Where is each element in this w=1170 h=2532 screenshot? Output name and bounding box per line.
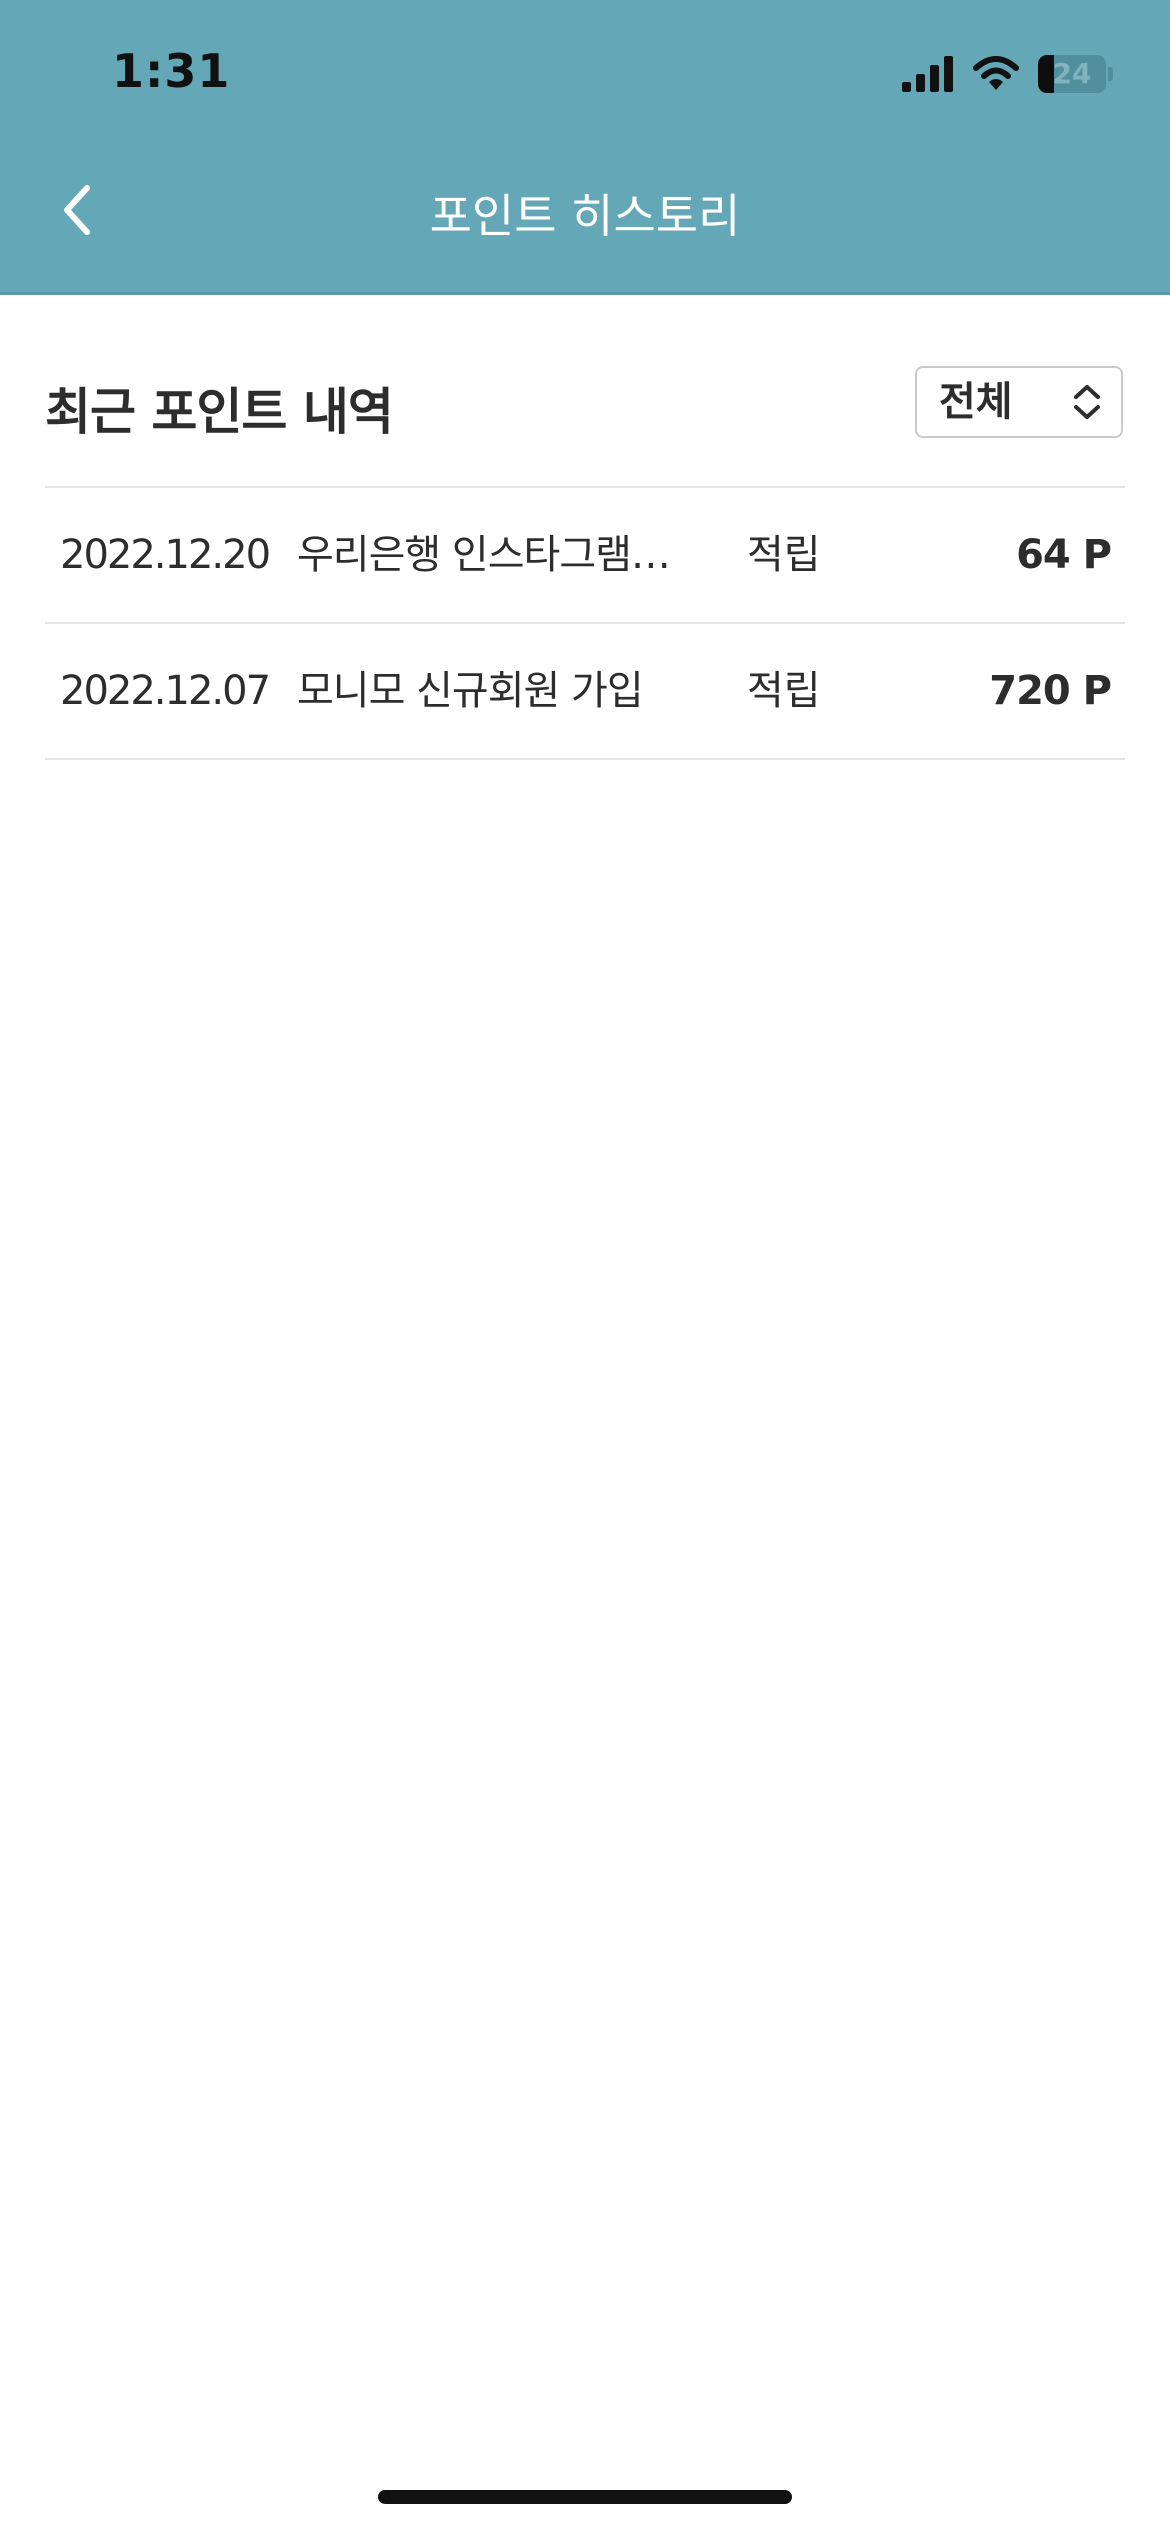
history-type: 적립 <box>747 532 821 578</box>
history-description: 우리은행 인스타그램 … <box>297 532 677 578</box>
history-points: 720 P <box>989 668 1112 714</box>
history-type: 적립 <box>747 668 821 714</box>
status-icons: 24 <box>902 50 1114 98</box>
battery-icon: 24 <box>1038 55 1114 93</box>
app-header: 1:31 24 포인트 히스토리 <box>0 0 1170 292</box>
header-divider <box>0 292 1170 295</box>
wifi-icon <box>973 56 1019 90</box>
history-date: 2022.12.07 <box>60 668 271 714</box>
filter-selected-value: 전체 <box>939 379 1013 425</box>
list-item[interactable]: 2022.12.07 모니모 신규회원 가입 적립 720 P <box>45 624 1125 760</box>
up-down-chevron-icon <box>1074 385 1100 419</box>
filter-select[interactable]: 전체 <box>915 366 1123 438</box>
cellular-signal-icon <box>902 56 953 92</box>
status-time: 1:31 <box>112 44 231 98</box>
battery-percent: 24 <box>1052 57 1092 90</box>
list-item[interactable]: 2022.12.20 우리은행 인스타그램 … 적립 64 P <box>45 488 1125 624</box>
history-date: 2022.12.20 <box>60 532 271 578</box>
point-history-list: 2022.12.20 우리은행 인스타그램 … 적립 64 P 2022.12.… <box>45 486 1125 760</box>
point-history-screen: 1:31 24 포인트 히스토리 최근 포인트 내역 전체 2022.12.20… <box>0 0 1170 2532</box>
home-indicator <box>378 2490 792 2504</box>
page-title: 포인트 히스토리 <box>429 189 741 243</box>
history-points: 64 P <box>1016 532 1112 578</box>
section-title: 최근 포인트 내역 <box>45 383 394 441</box>
history-description: 모니모 신규회원 가입 <box>297 668 644 714</box>
